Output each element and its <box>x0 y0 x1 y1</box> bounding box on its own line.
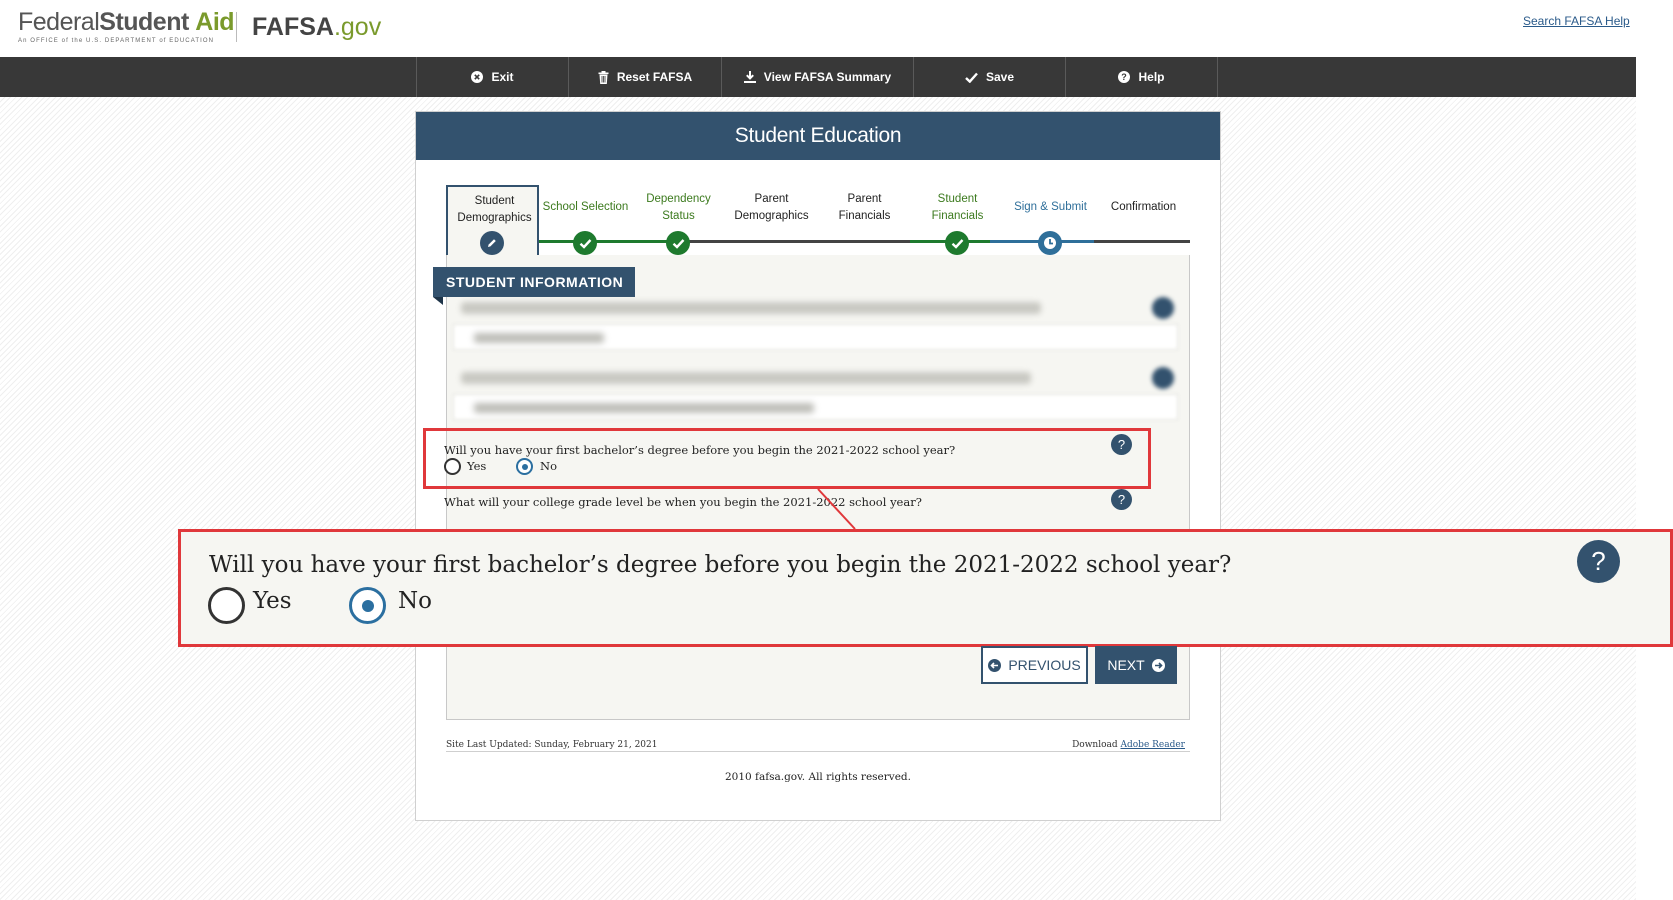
copyright-text: 2010 fafsa.gov. All rights reserved. <box>725 771 911 783</box>
zoom-connector <box>817 488 856 530</box>
zoom-radio-no-label: No <box>398 588 432 614</box>
zoom-question-text: Will you have your first bachelor’s degr… <box>209 552 1232 578</box>
arrow-right-circle-icon <box>1151 658 1165 672</box>
zoom-radio-no[interactable] <box>349 587 386 624</box>
next-label: NEXT <box>1107 657 1145 673</box>
footer-divider <box>446 751 1190 752</box>
adobe-reader-link[interactable]: Adobe Reader <box>1121 740 1186 750</box>
zoomed-question-callout: Will you have your first bachelor’s degr… <box>178 529 1673 647</box>
next-button[interactable]: NEXT <box>1095 646 1177 684</box>
zoom-help-icon[interactable]: ? <box>1577 540 1620 583</box>
download-prefix: Download <box>1072 740 1118 750</box>
zoom-radio-yes-label: Yes <box>253 588 292 614</box>
site-last-updated: Site Last Updated: Sunday, February 21, … <box>446 740 658 750</box>
arrow-left-circle-icon <box>988 658 1002 672</box>
previous-label: PREVIOUS <box>1008 657 1081 673</box>
help-glyph: ? <box>1591 546 1606 576</box>
previous-button[interactable]: PREVIOUS <box>981 646 1088 684</box>
zoom-radio-yes[interactable] <box>208 587 245 624</box>
download-adobe: Download Adobe Reader <box>1072 740 1185 750</box>
